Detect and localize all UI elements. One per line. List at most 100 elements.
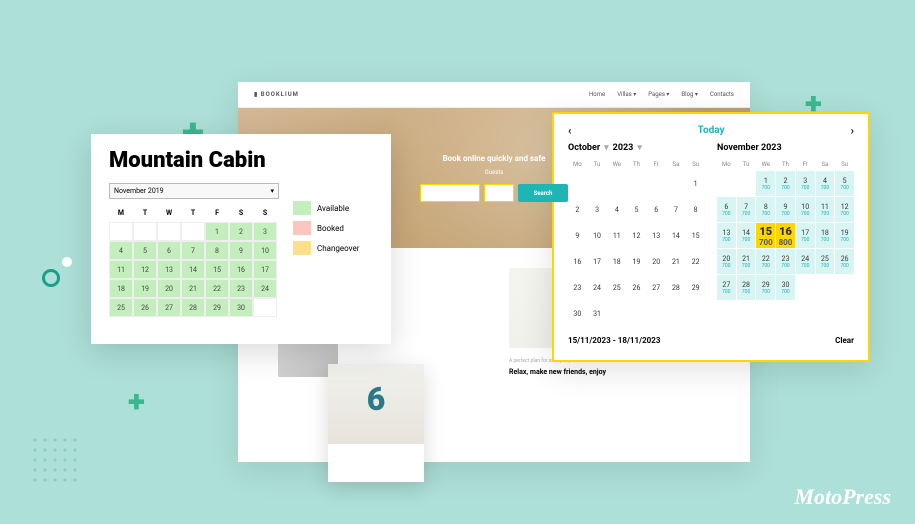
calendar-day[interactable]: 12 xyxy=(133,260,157,279)
calendar-day[interactable]: 23 xyxy=(568,275,587,300)
calendar-day[interactable]: 24 xyxy=(253,279,277,298)
calendar-day[interactable]: 26 xyxy=(133,298,157,317)
clear-button[interactable]: Clear xyxy=(835,336,854,345)
calendar-day[interactable]: 3700 xyxy=(796,171,815,196)
calendar-day[interactable]: 1 xyxy=(686,171,705,196)
calendar-day[interactable]: 5700 xyxy=(835,171,854,196)
calendar-day[interactable]: 19 xyxy=(627,249,646,274)
calendar-day[interactable]: 22 xyxy=(686,249,705,274)
calendar-day[interactable]: 30 xyxy=(568,301,587,326)
calendar-day[interactable]: 23700 xyxy=(776,249,795,274)
calendar-day[interactable]: 17700 xyxy=(796,223,815,248)
calendar-day[interactable]: 2 xyxy=(229,222,253,241)
today-link[interactable]: Today xyxy=(698,125,725,136)
calendar-day[interactable]: 17 xyxy=(253,260,277,279)
calendar-day[interactable]: 16 xyxy=(229,260,253,279)
calendar-day[interactable]: 24 xyxy=(588,275,607,300)
calendar-day[interactable]: 12 xyxy=(627,223,646,248)
calendar-day[interactable]: 17 xyxy=(588,249,607,274)
calendar-day[interactable]: 6 xyxy=(647,197,666,222)
calendar-day[interactable]: 29 xyxy=(686,275,705,300)
calendar-day[interactable]: 30700 xyxy=(776,275,795,300)
calendar-day[interactable]: 25700 xyxy=(816,249,835,274)
calendar-day[interactable]: 3 xyxy=(253,222,277,241)
calendar-day[interactable]: 2 xyxy=(568,197,587,222)
calendar-day[interactable]: 16800 xyxy=(776,223,795,248)
calendar-day[interactable]: 9 xyxy=(568,223,587,248)
calendar-day[interactable]: 28 xyxy=(667,275,686,300)
calendar-day[interactable]: 7 xyxy=(181,241,205,260)
calendar-day[interactable]: 10 xyxy=(588,223,607,248)
calendar-day[interactable]: 8 xyxy=(205,241,229,260)
calendar-day[interactable]: 4 xyxy=(109,241,133,260)
calendar-day[interactable]: 22 xyxy=(205,279,229,298)
calendar-day[interactable]: 27700 xyxy=(717,275,736,300)
calendar-day[interactable]: 2700 xyxy=(776,171,795,196)
calendar-day[interactable]: 8700 xyxy=(756,197,775,222)
calendar-day[interactable]: 5 xyxy=(133,241,157,260)
calendar-day[interactable]: 29700 xyxy=(756,275,775,300)
calendar-day[interactable]: 9700 xyxy=(776,197,795,222)
calendar-day[interactable]: 4700 xyxy=(816,171,835,196)
month-select[interactable]: November 2019▾ xyxy=(109,183,279,199)
calendar-day[interactable]: 21 xyxy=(181,279,205,298)
calendar-day[interactable]: 19 xyxy=(133,279,157,298)
calendar-day[interactable]: 27 xyxy=(157,298,181,317)
calendar-day[interactable]: 10 xyxy=(253,241,277,260)
calendar-day[interactable]: 11700 xyxy=(816,197,835,222)
calendar-day[interactable]: 25 xyxy=(109,298,133,317)
calendar-day[interactable]: 18700 xyxy=(816,223,835,248)
calendar-day[interactable]: 22700 xyxy=(756,249,775,274)
calendar-day[interactable]: 7 xyxy=(667,197,686,222)
calendar-day[interactable]: 14 xyxy=(181,260,205,279)
calendar-day[interactable]: 13 xyxy=(647,223,666,248)
calendar-day[interactable]: 7700 xyxy=(737,197,756,222)
nav-item[interactable]: Pages ▾ xyxy=(648,91,669,98)
calendar-day[interactable]: 30 xyxy=(229,298,253,317)
calendar-day[interactable]: 1 xyxy=(205,222,229,241)
calendar-day[interactable]: 28700 xyxy=(737,275,756,300)
calendar-day[interactable]: 10700 xyxy=(796,197,815,222)
nav-item[interactable]: Contacts xyxy=(710,91,734,98)
calendar-day[interactable]: 6700 xyxy=(717,197,736,222)
calendar-day[interactable]: 19700 xyxy=(835,223,854,248)
calendar-day[interactable]: 6 xyxy=(157,241,181,260)
calendar-day[interactable]: 15 xyxy=(686,223,705,248)
search-input[interactable] xyxy=(420,184,480,202)
next-month-button[interactable]: › xyxy=(851,124,854,137)
calendar-day[interactable]: 25 xyxy=(607,275,626,300)
calendar-day[interactable]: 16 xyxy=(568,249,587,274)
search-button[interactable]: Search xyxy=(518,184,568,202)
calendar-day[interactable]: 15 xyxy=(205,260,229,279)
calendar-day[interactable]: 13700 xyxy=(717,223,736,248)
calendar-day[interactable]: 12700 xyxy=(835,197,854,222)
calendar-day[interactable]: 20 xyxy=(157,279,181,298)
calendar-day[interactable]: 14 xyxy=(667,223,686,248)
calendar-day[interactable]: 31 xyxy=(588,301,607,326)
nav-item[interactable]: Blog ▾ xyxy=(681,91,698,98)
calendar-day[interactable]: 8 xyxy=(686,197,705,222)
calendar-day[interactable]: 3 xyxy=(588,197,607,222)
calendar-day[interactable]: 15700 xyxy=(756,223,775,248)
calendar-day[interactable]: 13 xyxy=(157,260,181,279)
calendar-day[interactable]: 24700 xyxy=(796,249,815,274)
calendar-day[interactable]: 14700 xyxy=(737,223,756,248)
calendar-day[interactable]: 28 xyxy=(181,298,205,317)
guests-input[interactable] xyxy=(484,184,514,202)
calendar-day[interactable]: 21700 xyxy=(737,249,756,274)
calendar-day[interactable]: 21 xyxy=(667,249,686,274)
prev-month-button[interactable]: ‹ xyxy=(568,124,572,137)
calendar-day[interactable]: 5 xyxy=(627,197,646,222)
calendar-day[interactable]: 18 xyxy=(109,279,133,298)
calendar-day[interactable]: 4 xyxy=(607,197,626,222)
calendar-day[interactable]: 20700 xyxy=(717,249,736,274)
calendar-day[interactable]: 23 xyxy=(229,279,253,298)
calendar-day[interactable]: 20 xyxy=(647,249,666,274)
calendar-day[interactable]: 11 xyxy=(109,260,133,279)
calendar-day[interactable]: 26 xyxy=(627,275,646,300)
calendar-day[interactable]: 29 xyxy=(205,298,229,317)
calendar-day[interactable]: 26700 xyxy=(835,249,854,274)
nav-item[interactable]: Home xyxy=(589,91,605,98)
calendar-day[interactable]: 18 xyxy=(607,249,626,274)
nav-item[interactable]: Villas ▾ xyxy=(617,91,636,98)
